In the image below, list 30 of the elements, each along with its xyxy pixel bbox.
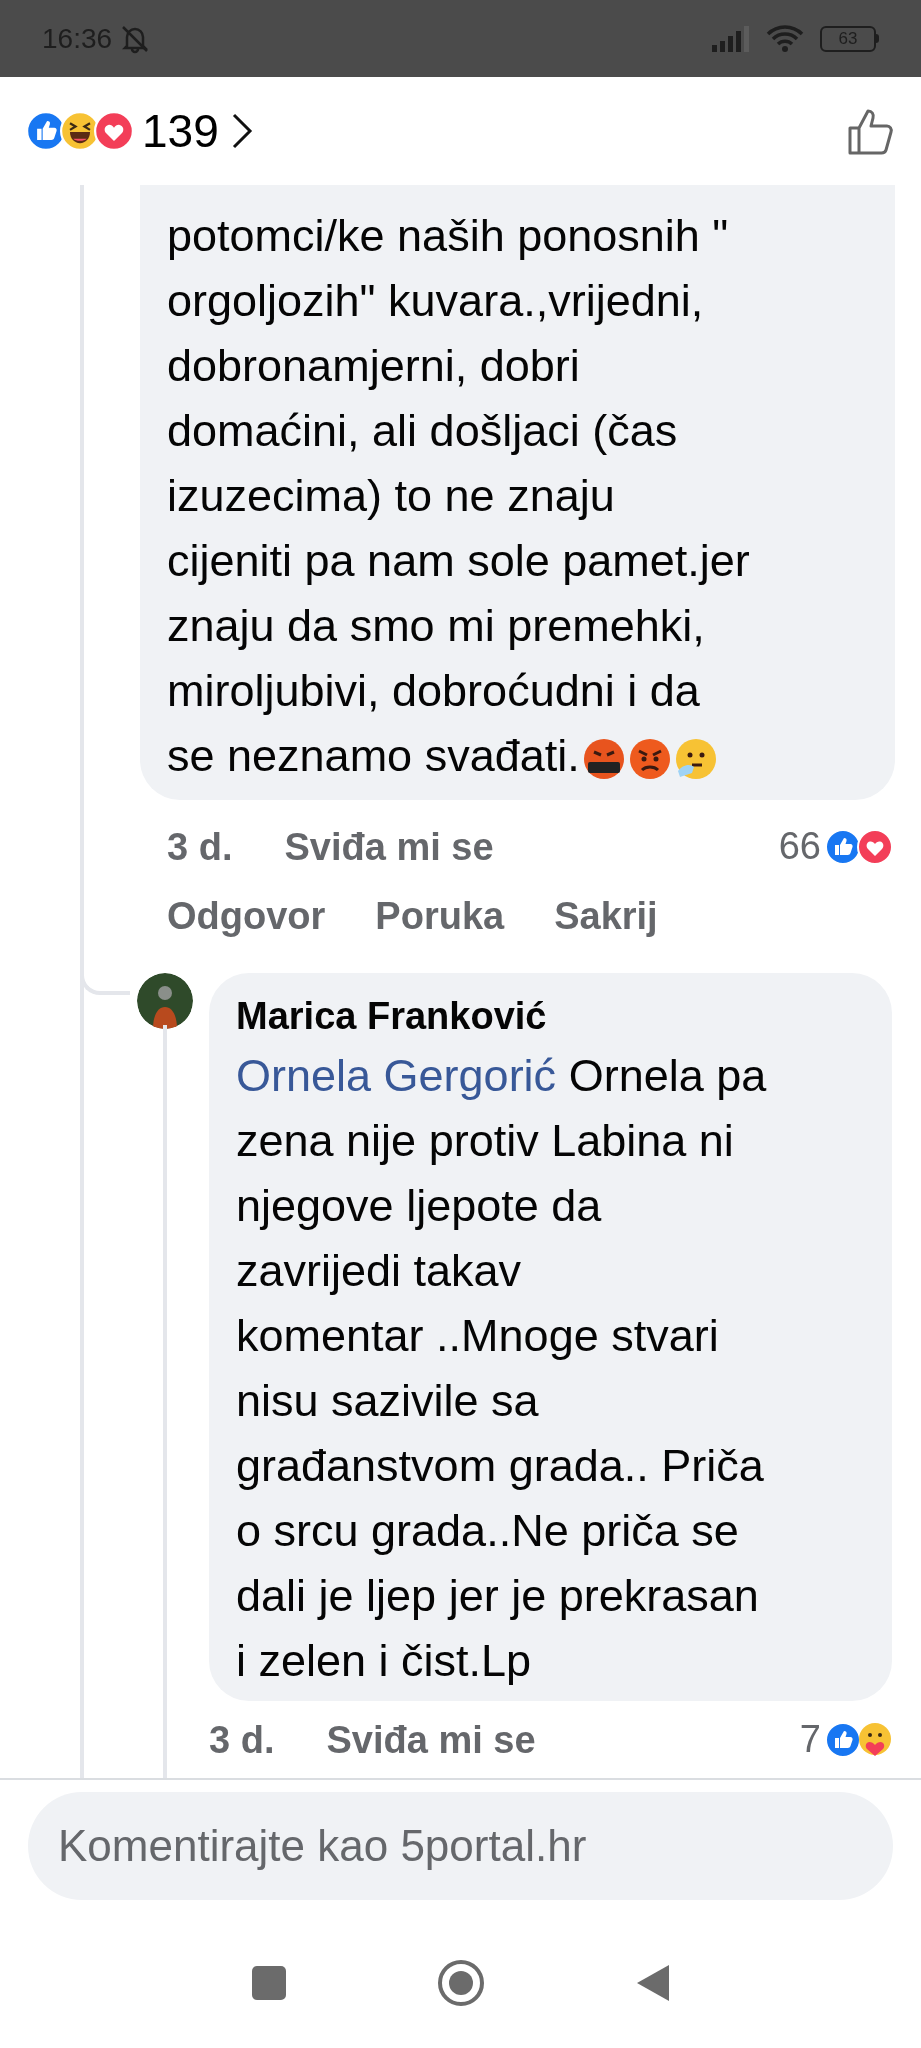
comment-action-link[interactable]: Sakrij — [554, 897, 658, 935]
comment-time: 3 d. — [209, 1720, 275, 1759]
angry-face-icon — [627, 737, 672, 782]
reaction-count[interactable]: 66 — [778, 818, 821, 875]
like-link[interactable]: Sviđa mi se — [326, 1720, 536, 1759]
cursing-face-icon — [581, 737, 626, 782]
heart-reaction-icon — [94, 111, 134, 151]
wifi-icon — [766, 24, 804, 53]
like-reaction-icon — [825, 1721, 861, 1758]
recent-apps-icon[interactable] — [250, 1965, 287, 2001]
comment-input-field[interactable]: Komentirajte kao 5portal.hr — [28, 1792, 893, 1900]
like-link[interactable]: Sviđa mi se — [284, 827, 494, 866]
comment-text: potomci/ke naših ponosnih " orgoljozih" kuvara.,vrijedni, dobronamjerni, dobri domaćini, ali došljaci (čas izuzecima) to ne znaju cijeniti pa nam sole pamet.jer znaju da smo mi premehki, miroljubivi, dobroćudni i da se neznamo svađati. — [167, 209, 751, 784]
thinking-face-icon — [673, 737, 718, 782]
heart-reaction-icon — [857, 828, 893, 865]
chevron-right-icon[interactable] — [230, 112, 253, 150]
home-icon[interactable] — [436, 1959, 485, 2007]
mention-link[interactable]: Ornela Gergorić — [236, 1050, 557, 1101]
like-reaction-icon — [825, 828, 861, 865]
comment-action-link[interactable]: Poruka — [375, 897, 505, 935]
reaction-count[interactable]: 7 — [799, 1711, 821, 1768]
comment-time: 3 d. — [167, 827, 233, 866]
signal-icon — [710, 24, 750, 53]
hugging-reaction-icon — [857, 1721, 893, 1758]
avatar[interactable] — [137, 973, 193, 1029]
reactions-summary[interactable] — [26, 111, 134, 151]
comment-action-link[interactable]: Odgovor — [167, 897, 326, 935]
reply-text: Ornela Gergorić Ornela pa zena nije protiv Labina ni njegove ljepote da zavrijedi takav komentar ..Mnoge stvari nisu sazivile sa građanstvom grada.. Priča o srcu grada..Ne priča se dali je ljep jer je prekrasan i zelen i čist.Lp — [236, 1049, 768, 1688]
author-name[interactable]: Marica Franković — [236, 993, 876, 1039]
reaction-count[interactable]: 139 — [142, 96, 219, 166]
